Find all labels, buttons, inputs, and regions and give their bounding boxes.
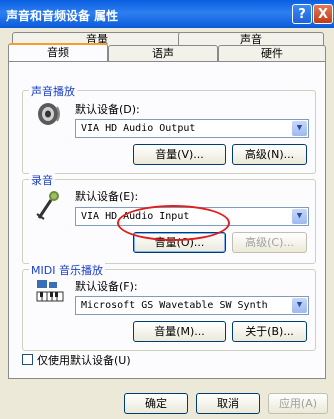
midi-default-label: 默认设备(F): (75, 280, 138, 293)
midi-group: MIDI 音乐播放 默认设备(F): Microsoft GS Wavetabl… (22, 262, 316, 351)
chevron-down-icon[interactable]: ▼ (292, 121, 307, 136)
tab-sounds[interactable]: 声音 (178, 32, 324, 46)
midi-about-button[interactable]: 关于(B)... (232, 321, 307, 342)
tab-row-front: 音频 语声 硬件 (8, 43, 326, 61)
midi-volume-button[interactable]: 音量(M)... (133, 321, 226, 342)
midi-keyboard-icon (35, 278, 65, 304)
microphone-icon (35, 190, 61, 220)
tab-voice[interactable]: 语声 (108, 45, 218, 61)
sound-playback-group: 声音播放 默认设备(D): VIA HD Audio Output ▼ 音量(V… (22, 83, 316, 174)
ok-button[interactable]: 确定 (124, 393, 188, 414)
sound-playback-default-label: 默认设备(D): (75, 103, 140, 116)
use-default-checkbox[interactable] (22, 354, 33, 365)
tab-hardware[interactable]: 硬件 (218, 45, 326, 61)
help-button[interactable]: ? (292, 4, 312, 24)
annotation-ellipse (117, 205, 230, 241)
sound-playback-advanced-button[interactable]: 高级(N)... (232, 144, 307, 165)
apply-button[interactable]: 应用(A) (268, 393, 328, 414)
sound-playback-title: 声音播放 (29, 83, 77, 99)
tab-audio[interactable]: 音频 (8, 43, 108, 61)
midi-title: MIDI 音乐播放 (29, 262, 105, 278)
use-default-label: 仅使用默认设备(U) (37, 354, 131, 367)
recording-advanced-button[interactable]: 高级(C)... (232, 232, 307, 253)
midi-device-value: Microsoft GS Wavetable SW Synth (81, 300, 268, 311)
recording-default-label: 默认设备(E): (75, 190, 139, 203)
sound-playback-volume-button[interactable]: 音量(V)... (133, 144, 226, 165)
chevron-down-icon[interactable]: ▼ (292, 298, 307, 313)
midi-device-select[interactable]: Microsoft GS Wavetable SW Synth ▼ (75, 296, 309, 315)
speaker-icon (37, 101, 61, 127)
chevron-down-icon[interactable]: ▼ (292, 209, 307, 224)
cancel-button[interactable]: 取消 (196, 393, 260, 414)
sound-playback-device-value: VIA HD Audio Output (81, 123, 196, 134)
window-title: 声音和音频设备 属性 (6, 9, 119, 23)
title-bar[interactable]: 声音和音频设备 属性 ? X (0, 0, 334, 28)
close-button[interactable]: X (313, 4, 333, 24)
sound-playback-device-select[interactable]: VIA HD Audio Output ▼ (75, 119, 309, 138)
recording-title: 录音 (29, 172, 55, 188)
